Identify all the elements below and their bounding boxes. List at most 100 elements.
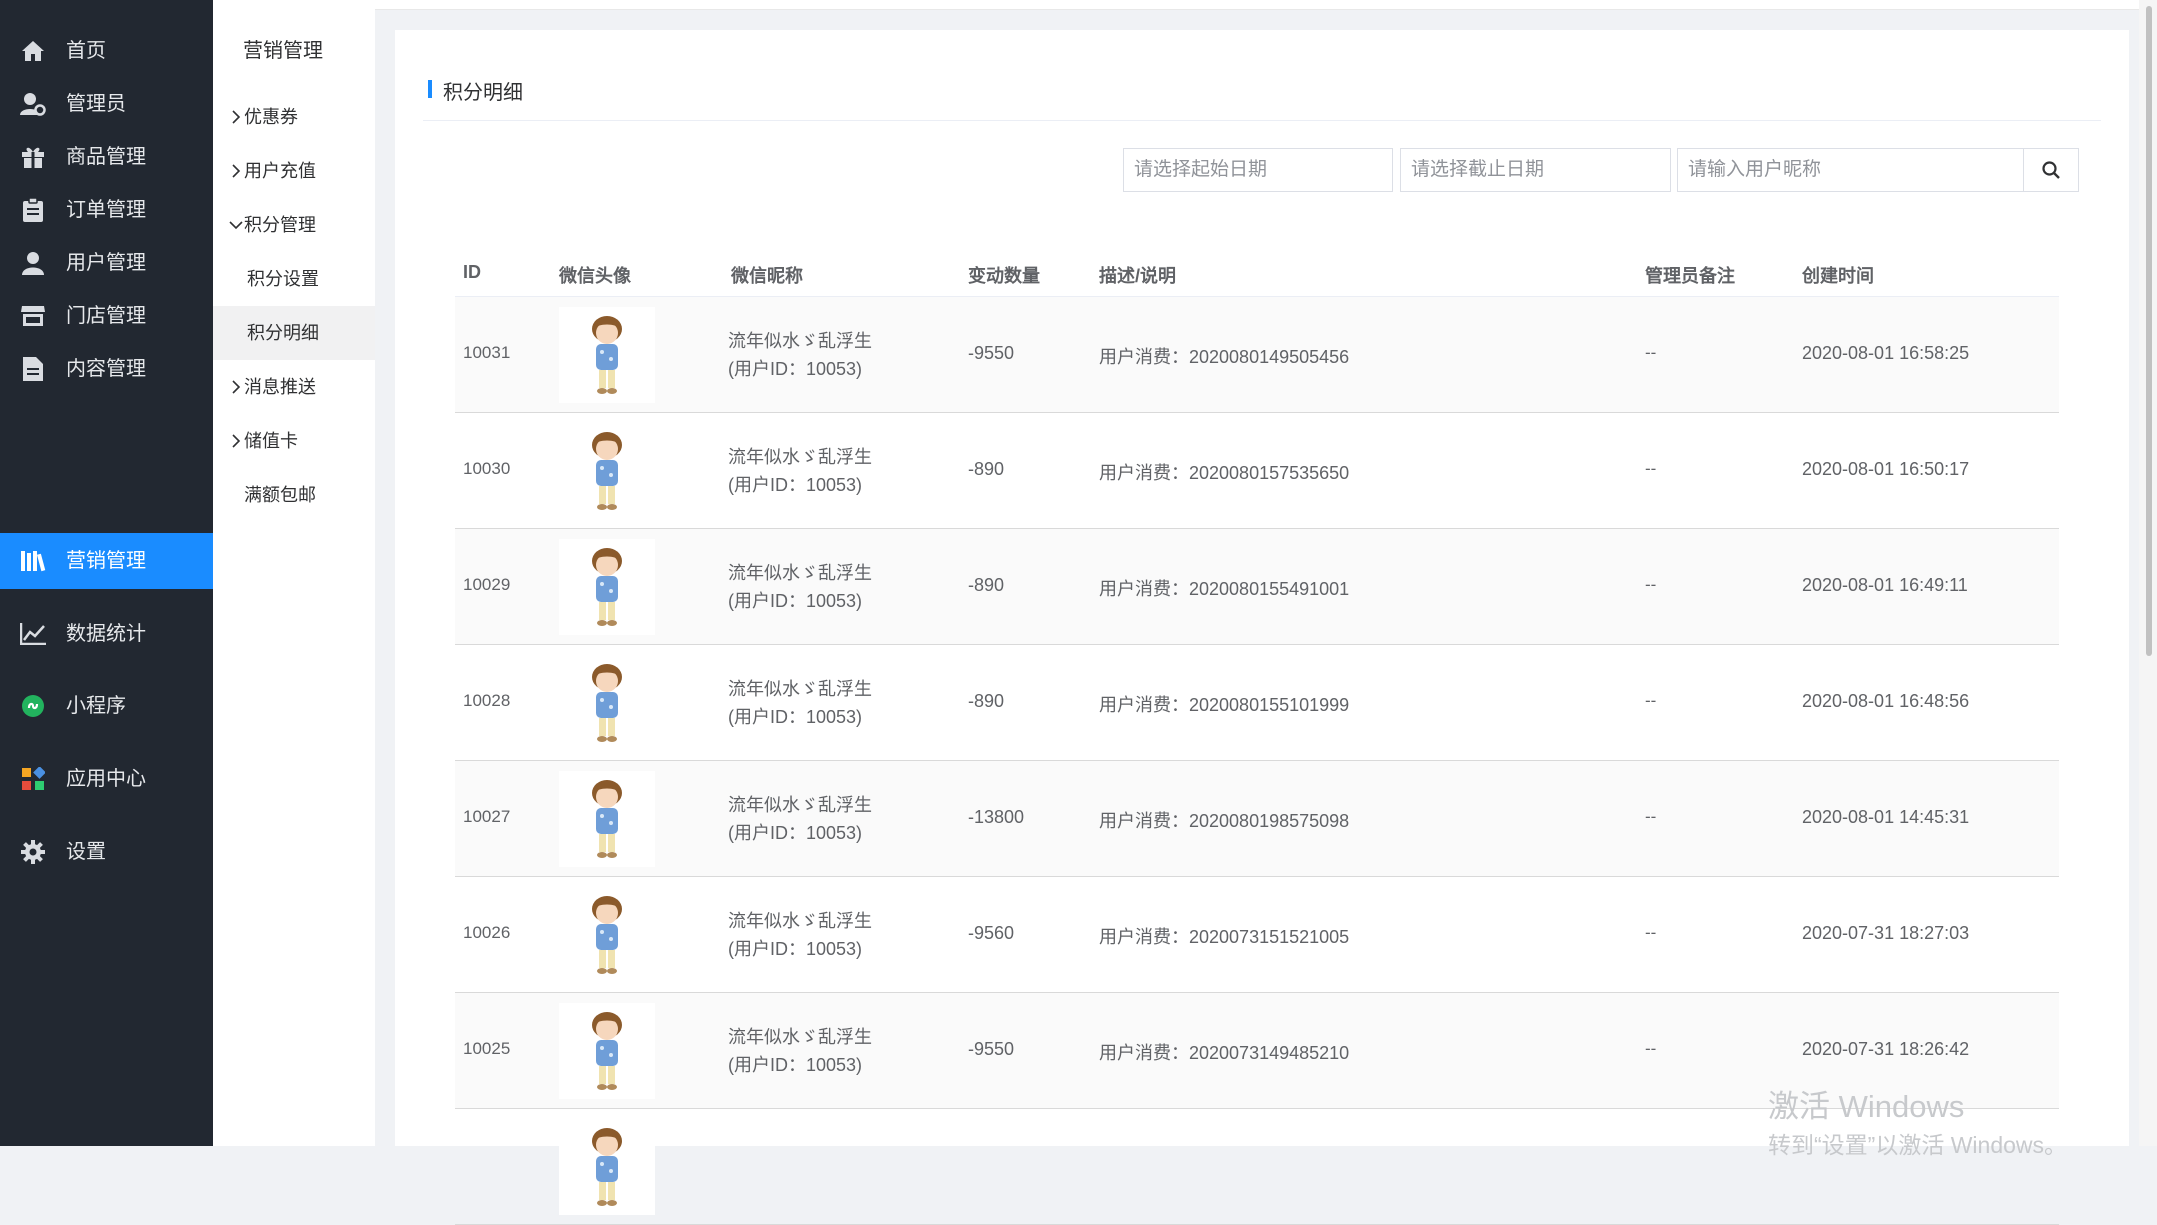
end-date-field[interactable] [1400, 148, 1671, 192]
content-card: 积分明细 ID 微信头像 微信昵称 变动数量 描述/说明 管理员备注 创建时间 … [395, 30, 2129, 1225]
nav-label: 应用中心 [66, 768, 146, 790]
nav-item-products[interactable]: 商品管理 [0, 129, 213, 185]
cell-nickname: 流年似水ゞ乱浮生 (用户ID：10053) [728, 907, 872, 963]
nav-label: 设置 [66, 841, 106, 863]
avatar [559, 1003, 655, 1099]
cell-created-time: 2020-08-01 14:45:31 [1802, 807, 1970, 827]
cell-description: 用户消费：2020080157535650 [1099, 463, 1350, 483]
cell-description: 用户消费：2020080155101999 [1099, 695, 1350, 715]
submenu-item-free-shipping[interactable]: 满额包邮 [213, 468, 375, 522]
submenu-item-points-settings[interactable]: 积分设置 [213, 252, 375, 306]
submenu-item-stored-card[interactable]: 储值卡 [213, 414, 375, 468]
cell-change: -13800 [968, 807, 1025, 827]
avatar-icon [592, 896, 622, 974]
submenu-item-push[interactable]: 消息推送 [213, 360, 375, 414]
cell-admin-remark: -- [1645, 575, 1657, 594]
user-id-text: (用户ID：10053) [728, 475, 863, 495]
chevron-right-icon [232, 380, 241, 394]
cell-nickname: 流年似水ゞ乱浮生 (用户ID：10053) [728, 327, 872, 383]
cell-nickname: 流年似水ゞ乱浮生 (用户ID：10053) [728, 559, 872, 615]
cell-id: 10027 [463, 807, 511, 826]
nav-label: 订单管理 [66, 199, 146, 221]
submenu-label: 积分明细 [247, 323, 319, 343]
cell-created-time: 2020-07-31 18:27:03 [1802, 923, 1970, 943]
nickname-field[interactable] [1677, 148, 2024, 192]
user-id-text: (用户ID：10053) [728, 707, 863, 727]
cell-description: 用户消费：2020080149505456 [1099, 347, 1350, 367]
cell-description: 用户消费：2020080198575098 [1099, 811, 1350, 831]
cell-created-time: 2020-08-01 16:58:25 [1802, 343, 1970, 363]
start-date-field[interactable] [1123, 148, 1393, 192]
cell-nickname: 流年似水ゞ乱浮生 (用户ID：10053) [728, 443, 872, 499]
avatar-icon [592, 548, 622, 626]
nav-item-settings[interactable]: 设置 [0, 824, 213, 880]
nav-label: 小程序 [66, 695, 126, 717]
cell-id: 10026 [463, 923, 511, 942]
submenu-label: 满额包邮 [244, 485, 316, 505]
cell-admin-remark: -- [1645, 807, 1657, 826]
user-icon [20, 251, 46, 275]
search-button[interactable] [2023, 148, 2079, 192]
admin-icon [20, 92, 46, 116]
avatar [559, 307, 655, 403]
submenu-label: 消息推送 [244, 377, 316, 397]
cell-change: -9550 [968, 343, 1015, 363]
apps-icon [20, 767, 46, 791]
cell-admin-remark: -- [1645, 459, 1657, 478]
main-nav: 首页 管理员 商品管理 订单管理 用户管理 门店管理 内容管理 营销管理 数据统… [0, 0, 213, 1146]
table-row: 10029 流年似水ゞ乱浮生 (用户ID：10053) -890 用户消费：202008… [455, 529, 2059, 645]
cell-created-time: 2020-08-01 16:49:11 [1802, 575, 1968, 595]
submenu-label: 用户充值 [244, 161, 316, 181]
cell-admin-remark: -- [1645, 343, 1657, 362]
title-accent-bar [428, 80, 432, 98]
submenu-title: 营销管理 [243, 40, 323, 62]
submenu-item-points[interactable]: 积分管理 [213, 198, 375, 252]
nav-item-orders[interactable]: 订单管理 [0, 182, 213, 238]
card-header: 积分明细 [423, 70, 2101, 121]
user-id-text: (用户ID：10053) [728, 1055, 863, 1075]
nav-label: 首页 [66, 40, 106, 62]
cell-id: 10031 [463, 343, 511, 362]
nav-item-home[interactable]: 首页 [0, 23, 213, 79]
nav-item-stats[interactable]: 数据统计 [0, 606, 213, 662]
column-header-id: ID [463, 262, 481, 282]
scrollbar-thumb[interactable] [2146, 6, 2152, 656]
cell-created-time: 2020-07-31 18:26:42 [1802, 1039, 1970, 1059]
cell-nickname: 流年似水ゞ乱浮生 (用户ID：10053) [728, 791, 872, 847]
miniprogram-icon [20, 694, 46, 718]
column-header-avatar: 微信头像 [559, 266, 631, 286]
cell-id: 10030 [463, 459, 511, 478]
nav-item-marketing[interactable]: 营销管理 [0, 533, 213, 589]
nav-item-miniprogram[interactable]: 小程序 [0, 678, 213, 734]
user-id-text: (用户ID：10053) [728, 939, 863, 959]
submenu-label: 积分设置 [247, 269, 319, 289]
submenu-item-recharge[interactable]: 用户充值 [213, 144, 375, 198]
nav-label: 用户管理 [66, 252, 146, 274]
submenu-label: 优惠券 [244, 107, 298, 127]
gear-icon [20, 840, 46, 864]
nav-item-apps[interactable]: 应用中心 [0, 751, 213, 807]
nav-item-stores[interactable]: 门店管理 [0, 288, 213, 344]
nav-label: 门店管理 [66, 305, 146, 327]
submenu-item-coupons[interactable]: 优惠券 [213, 90, 375, 144]
nav-item-content[interactable]: 内容管理 [0, 341, 213, 397]
cell-change: -9550 [968, 1039, 1015, 1059]
table-row: 10031 流年似水ゞ乱浮生 (用户ID：10053) -9550 用户消费：20200… [455, 297, 2059, 413]
nav-item-users[interactable]: 用户管理 [0, 235, 213, 291]
avatar [559, 771, 655, 867]
points-table: ID 微信头像 微信昵称 变动数量 描述/说明 管理员备注 创建时间 10031… [455, 252, 2059, 1225]
start-date-input[interactable] [1124, 149, 1392, 191]
avatar [559, 1119, 655, 1215]
nav-label: 营销管理 [66, 550, 146, 572]
end-date-input[interactable] [1401, 149, 1670, 191]
nav-label: 管理员 [66, 93, 126, 115]
nav-label: 商品管理 [66, 146, 146, 168]
nickname-input[interactable] [1678, 149, 2023, 191]
cell-description: 用户消费：2020073151521005 [1099, 927, 1350, 947]
cell-created-time: 2020-08-01 16:48:56 [1802, 691, 1970, 711]
submenu-item-points-detail[interactable]: 积分明细 [213, 306, 375, 360]
nav-item-admin[interactable]: 管理员 [0, 76, 213, 132]
submenu: 营销管理 优惠券 用户充值 积分管理 积分设置 积分明细 消息推送 储值卡 满额… [213, 0, 375, 1146]
avatar-icon [592, 1012, 622, 1090]
user-id-text: (用户ID：10053) [728, 359, 863, 379]
